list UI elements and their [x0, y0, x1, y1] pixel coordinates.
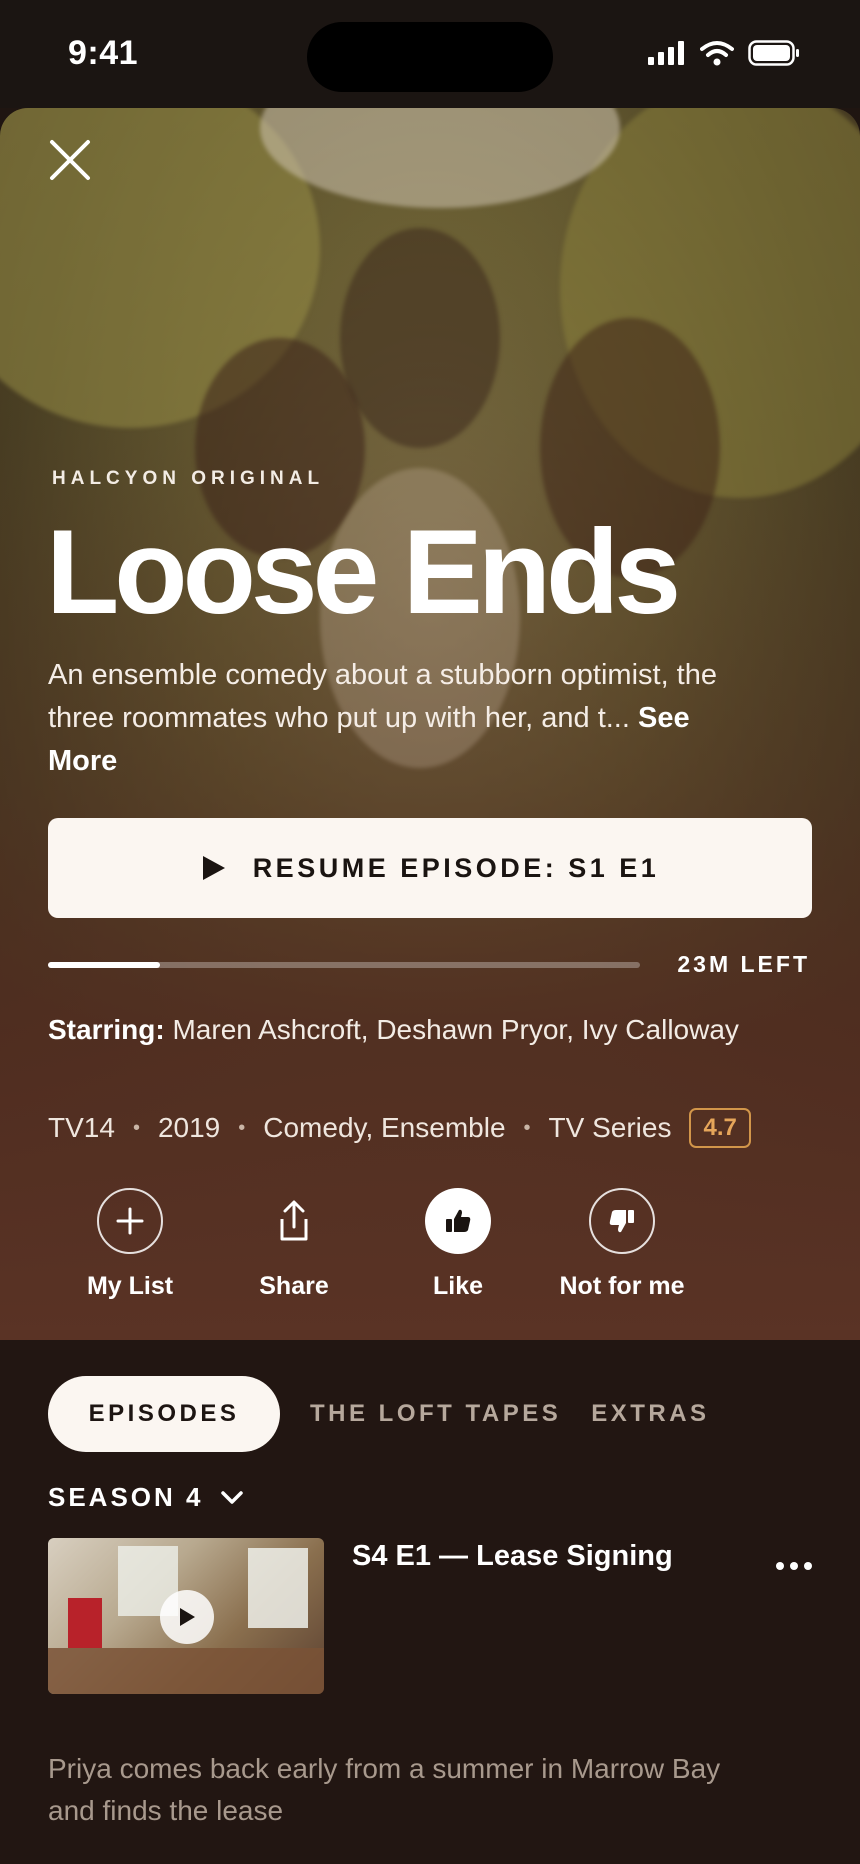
- watch-progress-bar: [48, 962, 640, 968]
- share-icon: [261, 1188, 327, 1254]
- chevron-down-icon: [220, 1490, 243, 1504]
- status-time: 9:41: [68, 34, 139, 72]
- resume-label: RESUME EPISODE: S1 E1: [252, 852, 660, 883]
- thumbs-up-icon: [425, 1188, 491, 1254]
- my-list-button[interactable]: My List: [40, 1188, 220, 1301]
- season-label: SEASON 4: [48, 1482, 204, 1512]
- brand-eyebrow: HALCYON ORIGINAL: [52, 468, 325, 489]
- not-for-me-label: Not for me: [559, 1272, 685, 1300]
- score-badge: 4.7: [689, 1108, 751, 1148]
- like-label: Like: [432, 1272, 484, 1300]
- status-icons: [648, 40, 800, 66]
- sky-shape: [260, 108, 620, 208]
- not-for-me-button[interactable]: Not for me: [532, 1188, 712, 1301]
- table-shape: [48, 1648, 324, 1694]
- window-shape: [248, 1548, 308, 1628]
- starring-label: Starring:: [48, 1014, 165, 1045]
- episodes-panel: EPISODES THE LOFT TAPES EXTRAS SEASON 4 …: [0, 1340, 860, 1864]
- progress-fill: [48, 962, 161, 968]
- wifi-icon: [700, 41, 734, 66]
- time-left: 23M LEFT: [677, 951, 810, 977]
- separator-dot: •: [523, 1116, 531, 1139]
- content-tabs: EPISODES THE LOFT TAPES EXTRAS: [48, 1376, 740, 1452]
- dynamic-island: [307, 22, 553, 92]
- episode-description: Priya comes back early from a summer in …: [48, 1753, 721, 1826]
- status-bar: 9:41: [0, 0, 860, 108]
- tab-the-loft-tapes[interactable]: THE LOFT TAPES: [310, 1400, 561, 1428]
- like-button[interactable]: Like: [368, 1188, 548, 1301]
- play-icon: [202, 856, 225, 880]
- close-icon[interactable]: [46, 136, 94, 184]
- person-shape: [68, 1598, 102, 1648]
- action-row: My List Share Like Not for me: [0, 1188, 860, 1318]
- share-label: Share: [259, 1272, 329, 1300]
- show-title: Loose Ends: [46, 505, 681, 639]
- maturity-rating: TV14: [48, 1112, 115, 1143]
- play-icon: [160, 1590, 214, 1644]
- tab-episodes[interactable]: EPISODES: [48, 1376, 280, 1452]
- more-options-icon[interactable]: [776, 1562, 812, 1570]
- thumbs-down-icon: [589, 1188, 655, 1254]
- season-selector[interactable]: SEASON 4: [48, 1482, 244, 1513]
- description-text: An ensemble comedy about a stubborn opti…: [48, 659, 717, 734]
- separator-dot: •: [132, 1116, 140, 1139]
- show-description: An ensemble comedy about a stubborn opti…: [48, 654, 748, 783]
- resume-button[interactable]: RESUME EPISODE: S1 E1: [48, 818, 812, 918]
- hero-panel: HALCYON ORIGINAL Loose Ends An ensemble …: [0, 108, 860, 1340]
- genres: Comedy, Ensemble: [263, 1112, 506, 1143]
- episode-thumbnail[interactable]: [48, 1538, 324, 1694]
- signal-icon: [648, 41, 684, 65]
- my-list-label: My List: [86, 1272, 174, 1300]
- starring-names: Maren Ashcroft, Deshawn Pryor, Ivy Callo…: [172, 1014, 739, 1045]
- content-kind: TV Series: [548, 1112, 672, 1143]
- tab-extras[interactable]: EXTRAS: [591, 1400, 709, 1428]
- person-shape: [340, 228, 500, 448]
- battery-icon: [748, 40, 799, 66]
- share-button[interactable]: Share: [204, 1188, 384, 1301]
- meta-row: TV14 • 2019 • Comedy, Ensemble • TV Seri…: [48, 1108, 751, 1148]
- release-year: 2019: [157, 1112, 221, 1143]
- separator-dot: •: [238, 1116, 246, 1139]
- plus-icon: [97, 1188, 163, 1254]
- starring-line: Starring: Maren Ashcroft, Deshawn Pryor,…: [48, 1014, 739, 1046]
- episode-title[interactable]: S4 E1 — Lease Signing: [352, 1540, 673, 1573]
